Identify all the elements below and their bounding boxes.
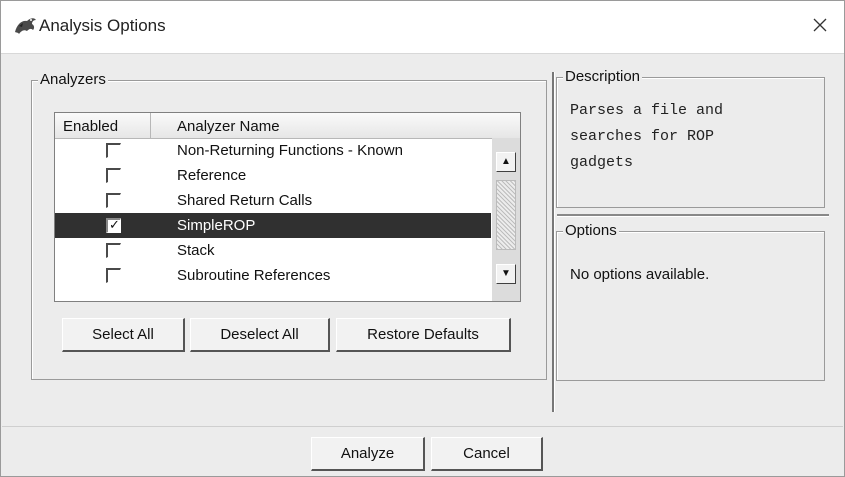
close-button[interactable] <box>806 11 834 39</box>
dragon-icon <box>13 14 37 36</box>
analyzers-legend: Analyzers <box>38 71 108 88</box>
enable-checkbox[interactable]: ✓ <box>106 217 121 233</box>
analyzer-name: Reference <box>177 167 247 184</box>
enable-checkbox[interactable] <box>106 143 121 158</box>
analyzer-name: Non-Returning Functions - Known <box>177 142 403 159</box>
scroll-up-button[interactable]: ▲ <box>496 152 516 172</box>
list-item[interactable]: Subroutine References <box>55 263 491 288</box>
analyzer-name: SimpleROP <box>177 217 256 234</box>
enable-checkbox[interactable] <box>106 193 121 208</box>
chevron-down-icon: ▼ <box>501 268 511 279</box>
list-item[interactable]: Shared Return Calls <box>55 188 491 213</box>
column-header-enabled[interactable]: Enabled <box>55 113 151 138</box>
column-header-analyzer-name[interactable]: Analyzer Name <box>151 113 520 138</box>
scroll-thumb[interactable] <box>496 180 516 250</box>
enable-checkbox[interactable] <box>106 168 121 183</box>
options-legend: Options <box>563 222 619 239</box>
list-header: Enabled Analyzer Name <box>55 113 520 139</box>
restore-defaults-button[interactable]: Restore Defaults <box>336 318 511 352</box>
description-group: Description Parses a file and searches f… <box>556 68 825 208</box>
options-text: No options available. <box>570 266 710 283</box>
enable-checkbox[interactable] <box>106 268 121 283</box>
list-item[interactable]: Stack <box>55 238 491 263</box>
cancel-button[interactable]: Cancel <box>431 437 543 471</box>
enable-checkbox[interactable] <box>106 243 121 258</box>
description-legend: Description <box>563 68 643 85</box>
analyzer-name: Stack <box>177 242 215 259</box>
analyzer-name: Shared Return Calls <box>177 192 313 209</box>
close-icon[interactable] <box>806 11 834 39</box>
list-item[interactable]: Reference <box>55 163 491 188</box>
horizontal-divider[interactable] <box>557 214 829 217</box>
analysis-options-dialog: Analysis Options Analyzers Enabled Analy… <box>0 0 845 477</box>
title-bar: Analysis Options <box>1 1 844 54</box>
scroll-down-button[interactable]: ▼ <box>496 264 516 284</box>
analyzer-name: Subroutine References <box>177 267 331 284</box>
list-item[interactable]: Non-Returning Functions - Known <box>55 138 491 163</box>
list-item-selected[interactable]: ✓ SimpleROP <box>55 213 491 238</box>
chevron-up-icon: ▲ <box>501 156 511 167</box>
vertical-scrollbar[interactable]: ▲ ▼ <box>492 138 520 301</box>
options-group: Options No options available. <box>556 222 825 381</box>
deselect-all-button[interactable]: Deselect All <box>190 318 330 352</box>
analyzers-group: Analyzers Enabled Analyzer Name Non-Retu… <box>31 71 547 380</box>
select-all-button[interactable]: Select All <box>62 318 185 352</box>
description-text: Parses a file and searches for ROP gadge… <box>570 102 724 171</box>
window-title: Analysis Options <box>39 16 166 35</box>
footer-separator <box>2 426 843 427</box>
analyzer-list[interactable]: Enabled Analyzer Name Non-Returning Func… <box>54 112 521 302</box>
analyze-button[interactable]: Analyze <box>311 437 425 471</box>
vertical-divider[interactable] <box>552 72 555 412</box>
